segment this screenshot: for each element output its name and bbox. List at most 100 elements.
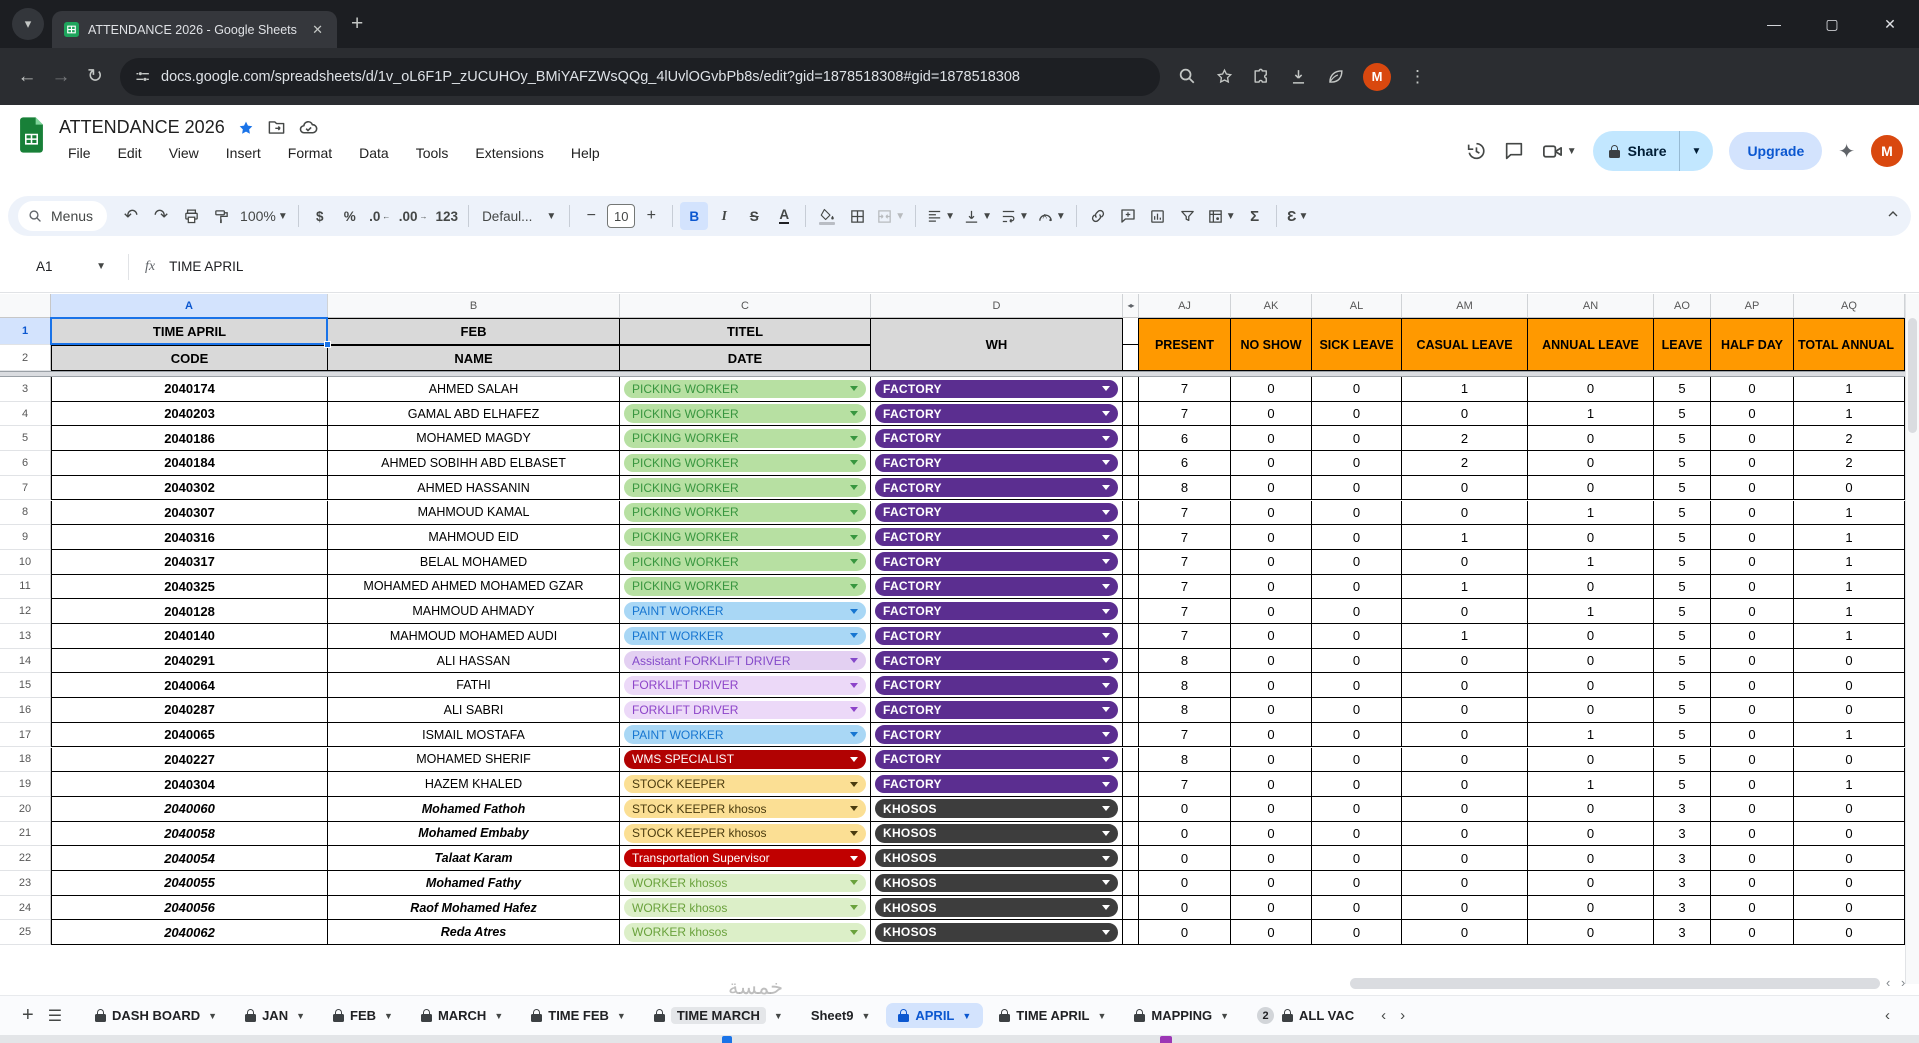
cell-hidden-row14[interactable] (1123, 648, 1139, 674)
cell-title-row25[interactable]: WORKER khosos (620, 920, 871, 946)
cell-AN-row18[interactable]: 0 (1528, 747, 1654, 773)
department-dropdown-chip[interactable]: FACTORY (875, 651, 1118, 670)
cell-AL-row11[interactable]: 0 (1312, 574, 1402, 600)
cell-dept-row17[interactable]: FACTORY (871, 722, 1123, 748)
cell-hidden-row25[interactable] (1123, 920, 1139, 946)
cell-AK-row9[interactable]: 0 (1231, 525, 1312, 550)
create-filter-button[interactable] (1174, 202, 1202, 230)
cell-AL-row4[interactable]: 0 (1312, 401, 1402, 427)
vertical-scrollbar-thumb[interactable] (1908, 318, 1917, 433)
cell-hidden-row12[interactable] (1123, 599, 1139, 624)
column-header-C[interactable]: C (620, 294, 871, 318)
cell-hidden-row23[interactable] (1123, 871, 1139, 896)
cell-AO-row16[interactable]: 5 (1654, 698, 1711, 723)
column-header-AP[interactable]: AP (1711, 294, 1794, 318)
scroll-left-icon[interactable]: ‹ (1886, 975, 1890, 990)
header-total-annual[interactable]: TOTAL ANNUAL (1794, 318, 1905, 371)
cell-AO-row8[interactable]: 5 (1654, 500, 1711, 526)
dropdown-triangle-icon[interactable] (1102, 781, 1110, 787)
cell-code-row15[interactable]: 2040064 (51, 673, 328, 699)
increase-font-size-button[interactable]: + (637, 202, 665, 230)
cell-AP-row4[interactable]: 0 (1711, 401, 1794, 427)
cell-title-row5[interactable]: PICKING WORKER (620, 426, 871, 452)
dropdown-triangle-icon[interactable] (850, 756, 858, 762)
department-dropdown-chip[interactable]: FACTORY (875, 577, 1118, 596)
row-header-4[interactable]: 4 (0, 401, 51, 427)
cell-name-row4[interactable]: GAMAL ABD ELHAFEZ (328, 401, 620, 427)
department-dropdown-chip[interactable]: FACTORY (875, 428, 1118, 448)
header-no-show[interactable]: NO SHOW (1231, 318, 1312, 371)
cell-AN-row17[interactable]: 1 (1528, 722, 1654, 748)
cell-AL-row10[interactable]: 0 (1312, 549, 1402, 575)
insert-link-button[interactable] (1084, 202, 1112, 230)
cell-dept-row8[interactable]: FACTORY (871, 500, 1123, 526)
cell-AJ-row23[interactable]: 0 (1139, 871, 1231, 896)
cell-title-row15[interactable]: FORKLIFT DRIVER (620, 673, 871, 699)
cell-dept-row23[interactable]: KHOSOS (871, 871, 1123, 896)
cell-C1[interactable]: TITEL (620, 318, 871, 345)
column-header-AQ[interactable]: AQ (1794, 294, 1905, 318)
sheets-logo[interactable] (18, 117, 45, 193)
cell-name-row25[interactable]: Reda Atres (328, 920, 620, 946)
cell-hidden-row16[interactable] (1123, 698, 1139, 723)
cell-AJ-row11[interactable]: 7 (1139, 574, 1231, 600)
cell-AJ-row5[interactable]: 6 (1139, 426, 1231, 452)
department-dropdown-chip[interactable]: FACTORY (875, 725, 1118, 744)
dropdown-triangle-icon[interactable] (1102, 411, 1110, 417)
cell-AJ-row18[interactable]: 8 (1139, 747, 1231, 773)
tabs-scroll-left-icon[interactable]: ‹ (1374, 1007, 1393, 1024)
cell-AM-row5[interactable]: 2 (1402, 426, 1528, 452)
dropdown-triangle-icon[interactable] (1102, 386, 1110, 392)
cell-title-row4[interactable]: PICKING WORKER (620, 401, 871, 427)
cell-AQ-row25[interactable]: 0 (1794, 920, 1905, 946)
tab-search-button[interactable]: ▾ (12, 8, 44, 40)
cell-AM-row23[interactable]: 0 (1402, 871, 1528, 896)
insert-comment-button[interactable] (1114, 202, 1142, 230)
cell-AO-row15[interactable]: 5 (1654, 673, 1711, 699)
cell-AL-row6[interactable]: 0 (1312, 451, 1402, 476)
tab-dropdown-icon[interactable]: ▼ (774, 1011, 783, 1021)
cell-AP-row18[interactable]: 0 (1711, 747, 1794, 773)
increase-decimals-button[interactable]: .00 → (396, 202, 431, 230)
cell-AP-row10[interactable]: 0 (1711, 549, 1794, 575)
cell-AK-row11[interactable]: 0 (1231, 574, 1312, 600)
cell-title-row24[interactable]: WORKER khosos (620, 895, 871, 921)
cell-name-row18[interactable]: MOHAMED SHERIF (328, 747, 620, 773)
cell-name-row15[interactable]: FATHI (328, 673, 620, 699)
cell-AJ-row19[interactable]: 7 (1139, 772, 1231, 797)
dropdown-triangle-icon[interactable] (850, 411, 858, 417)
cell-AP-row7[interactable]: 0 (1711, 475, 1794, 501)
cell-AQ-row19[interactable]: 1 (1794, 772, 1905, 797)
bookmark-star-icon[interactable] (1215, 67, 1234, 86)
department-dropdown-chip[interactable]: FACTORY (875, 404, 1118, 423)
cell-AQ-row15[interactable]: 0 (1794, 673, 1905, 699)
cell-AO-row17[interactable]: 5 (1654, 722, 1711, 748)
cell-name-row13[interactable]: MAHMOUD MOHAMED AUDI (328, 624, 620, 649)
cell-hidden-row5[interactable] (1123, 426, 1139, 452)
cell-AK-row24[interactable]: 0 (1231, 895, 1312, 921)
sheet-tab-april[interactable]: APRIL ▼ (886, 1003, 984, 1028)
title-dropdown-chip[interactable]: WORKER khosos (624, 873, 866, 893)
cell-AQ-row4[interactable]: 1 (1794, 401, 1905, 427)
site-info-icon[interactable] (134, 68, 151, 85)
cell-AK-row3[interactable]: 0 (1231, 377, 1312, 402)
cell-AK-row4[interactable]: 0 (1231, 401, 1312, 427)
account-avatar[interactable]: M (1871, 135, 1903, 167)
cell-AQ-row22[interactable]: 0 (1794, 846, 1905, 871)
dropdown-triangle-icon[interactable] (1102, 633, 1110, 639)
cell-name-row24[interactable]: Raof Mohamed Hafez (328, 895, 620, 921)
department-dropdown-chip[interactable]: FACTORY (875, 503, 1118, 522)
column-header-AO[interactable]: AO (1654, 294, 1711, 318)
hide-toolbar-button[interactable] (1885, 206, 1901, 227)
cell-AK-row6[interactable]: 0 (1231, 451, 1312, 476)
column-header-AL[interactable]: AL (1312, 294, 1402, 318)
cell-AJ-row6[interactable]: 6 (1139, 451, 1231, 476)
cell-AO-row14[interactable]: 5 (1654, 648, 1711, 674)
meet-button[interactable]: ▼ (1541, 140, 1577, 163)
cell-AJ-row3[interactable]: 7 (1139, 377, 1231, 402)
cell-AP-row9[interactable]: 0 (1711, 525, 1794, 550)
comment-icon[interactable] (1503, 140, 1525, 162)
row-header-18[interactable]: 18 (0, 747, 51, 773)
cell-AQ-row13[interactable]: 1 (1794, 624, 1905, 649)
cell-hidden-row13[interactable] (1123, 624, 1139, 649)
